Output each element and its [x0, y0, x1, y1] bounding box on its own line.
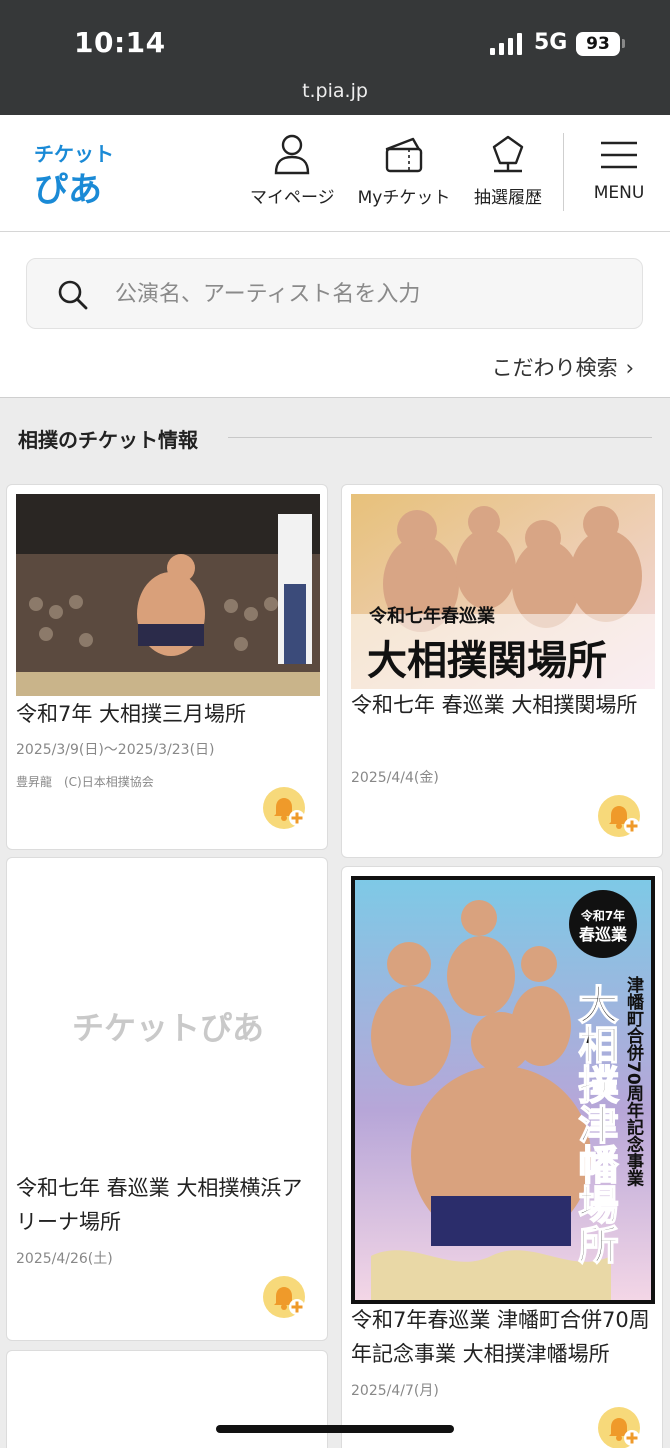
banner-small-text: 令和七年春巡業 [368, 605, 496, 627]
poster-badge-line2: 春巡業 [578, 925, 628, 944]
placeholder-logo-image: チケットぴあ [16, 867, 320, 1167]
nav-menu-label: MENU [593, 183, 645, 203]
search-input[interactable] [115, 271, 615, 317]
menu-icon [601, 141, 637, 169]
event-image-sumo-banner: 令和七年春巡業 大相撲関場所 [351, 494, 655, 689]
image-credit: 豊昇龍 (C)日本相撲協会 [16, 775, 154, 789]
ticket-icon [385, 137, 423, 173]
nav-myticket-label: Myチケット [357, 188, 451, 208]
add-alert-bell-icon[interactable] [598, 795, 644, 841]
advanced-search-link[interactable]: こだわり検索 › [492, 352, 634, 382]
section-divider [228, 437, 652, 438]
nav-myticket[interactable]: Myチケット [355, 133, 453, 208]
ticket-pia-logo[interactable]: チケット ぴあ [34, 137, 114, 209]
lottery-icon [492, 135, 524, 173]
event-date: 2025/4/4(金) [351, 770, 439, 786]
event-date: 2025/3/9(日)～2025/3/23(日) [16, 742, 215, 758]
nav-menu[interactable]: MENU [585, 133, 653, 203]
logo-line1: チケット [34, 142, 114, 166]
poster-badge-line1: 令和7年 [580, 908, 625, 923]
add-alert-bell-icon[interactable] [598, 1407, 644, 1448]
event-card[interactable]: 令和七年春巡業 大相撲関場所 令和七年 春巡業 大相撲関場所 2025/4/4(… [341, 484, 663, 858]
event-card[interactable] [6, 1350, 328, 1448]
chevron-right-icon: › [625, 356, 634, 380]
nav-lottery-history[interactable]: 抽選履歴 [470, 133, 546, 208]
event-card[interactable]: 令和7年 春巡業 津幡町合併70周年記念事業 大相撲津幡場所 令和7年春巡業 津… [341, 866, 663, 1448]
logo-line2: ぴあ [34, 170, 102, 209]
status-bar: 10:14 5G 93 t.pia.jp [0, 0, 670, 115]
search-icon [58, 280, 88, 310]
event-title[interactable]: 令和七年 春巡業 大相撲横浜アリーナ場所 [16, 1171, 319, 1239]
event-image-sumo-ring [16, 494, 320, 696]
event-card[interactable]: チケットぴあ 令和七年 春巡業 大相撲横浜アリーナ場所 2025/4/26(土) [6, 857, 328, 1341]
cell-signal-icon [490, 33, 522, 55]
clock: 10:14 [74, 26, 166, 59]
nav-mypage[interactable]: マイページ [250, 133, 335, 208]
nav-mypage-label: マイページ [250, 188, 335, 208]
event-title[interactable]: 令和七年 春巡業 大相撲関場所 [351, 688, 654, 722]
event-image-sumo-poster: 令和7年 春巡業 津幡町合併70周年記念事業 大相撲津幡場所 [351, 876, 655, 1304]
person-icon [274, 134, 310, 175]
battery-tip [622, 39, 625, 48]
poster-vertical-main: 大相撲津幡場所 [572, 984, 619, 1265]
event-title[interactable]: 令和7年 大相撲三月場所 [16, 697, 319, 731]
placeholder-logo-text: チケットぴあ [72, 1009, 264, 1047]
advanced-search-label: こだわり検索 [491, 356, 618, 380]
event-card[interactable]: 令和7年 大相撲三月場所 2025/3/9(日)～2025/3/23(日) 豊昇… [6, 484, 328, 850]
site-header: チケット ぴあ マイページ Myチケット 抽選履歴 MENU [0, 115, 670, 232]
poster-vertical-sub: 津幡町合併70周年記念事業 [623, 975, 645, 1188]
search-area: こだわり検索 › [0, 232, 670, 398]
event-date: 2025/4/7(月) [351, 1383, 439, 1399]
network-type: 5G [534, 30, 568, 55]
event-date: 2025/4/26(土) [16, 1251, 113, 1267]
add-alert-bell-icon[interactable] [263, 1276, 309, 1322]
nav-divider [563, 133, 564, 211]
home-indicator[interactable] [216, 1425, 454, 1433]
address-bar-url[interactable]: t.pia.jp [0, 80, 670, 102]
search-box[interactable] [26, 258, 643, 329]
banner-large-text: 大相撲関場所 [367, 637, 607, 684]
event-title[interactable]: 令和7年春巡業 津幡町合併70周年記念事業 大相撲津幡場所 [351, 1303, 654, 1371]
battery-icon: 93 [576, 32, 620, 56]
section-title: 相撲のチケット情報 [18, 428, 198, 452]
add-alert-bell-icon[interactable] [263, 787, 309, 833]
nav-lottery-label: 抽選履歴 [474, 188, 542, 208]
